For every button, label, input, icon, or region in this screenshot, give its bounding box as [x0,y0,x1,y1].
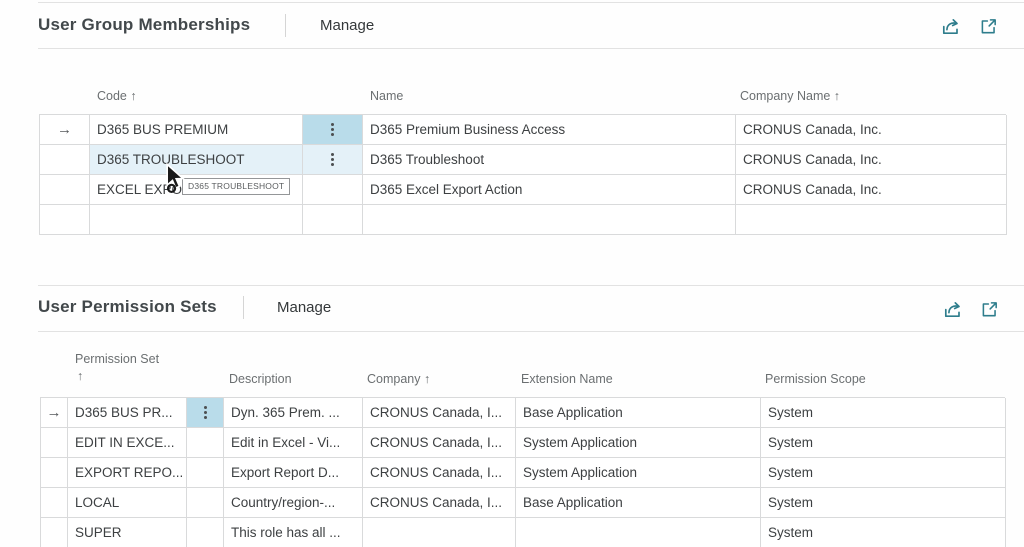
name-cell[interactable]: D365 Troubleshoot [363,145,736,175]
manage-menu-button[interactable]: Manage [320,17,374,34]
section-title-user-permission-sets: User Permission Sets [38,297,217,316]
row-menu-cell[interactable] [303,175,363,205]
company-cell[interactable]: CRONUS Canada, I... [363,458,516,488]
share-icon[interactable] [939,14,963,43]
open-in-new-window-icon[interactable] [979,299,1000,324]
column-header-name[interactable]: Name [370,89,403,103]
permission-set-cell[interactable]: LOCAL [68,488,187,518]
current-row-indicator-cell [40,145,90,175]
current-row-indicator-cell [41,428,68,458]
mouse-cursor [163,162,186,198]
permission-set-cell[interactable]: EDIT IN EXCE... [68,428,187,458]
company-cell[interactable] [736,205,1007,235]
current-row-indicator-cell [40,205,90,235]
manage-menu-button[interactable]: Manage [277,299,331,316]
scope-cell[interactable]: System [761,458,1006,488]
share-icon[interactable] [941,297,965,326]
row-menu-cell[interactable] [187,488,224,518]
right-arrow-icon: → [57,121,72,138]
scope-cell[interactable]: System [761,488,1006,518]
column-header-code[interactable]: Code ↑ [97,89,137,103]
section-underline [38,48,1024,49]
company-cell[interactable]: CRONUS Canada, Inc. [736,145,1007,175]
row-menu-button[interactable] [303,115,363,145]
header-separator [285,14,286,37]
description-cell[interactable]: This role has all ... [224,518,363,547]
row-menu-cell[interactable] [187,458,224,488]
name-cell[interactable] [363,205,736,235]
column-header-company-name[interactable]: Company Name ↑ [740,89,840,103]
section-underline [38,331,1024,332]
name-cell[interactable]: D365 Premium Business Access [363,115,736,145]
tooltip: D365 TROUBLESHOOT [182,178,291,195]
row-menu-cell[interactable] [187,428,224,458]
user-permission-sets-table: → D365 BUS PR... Dyn. 365 Prem. ... CRON… [40,397,1006,547]
code-cell[interactable] [90,205,303,235]
header-separator [243,296,244,319]
company-cell[interactable]: CRONUS Canada, I... [363,488,516,518]
row-menu-cell[interactable] [303,205,363,235]
column-header-permission-scope[interactable]: Permission Scope [765,372,866,386]
scope-cell[interactable]: System [761,398,1006,428]
section-divider [38,2,1024,3]
description-cell[interactable]: Edit in Excel - Vi... [224,428,363,458]
extension-cell[interactable] [516,518,761,547]
name-cell[interactable]: D365 Excel Export Action [363,175,736,205]
page: User Group Memberships Manage Code ↑ Nam… [0,0,1024,547]
current-row-indicator-cell [41,458,68,488]
column-header-permission-set[interactable]: Permission Set [75,352,159,366]
description-cell[interactable]: Country/region-... [224,488,363,518]
column-header-permission-set-sort[interactable]: ↑ [77,369,83,383]
extension-cell[interactable]: Base Application [516,398,761,428]
current-row-indicator-cell [41,518,68,547]
company-cell[interactable]: CRONUS Canada, I... [363,428,516,458]
right-arrow-icon: → [46,404,62,421]
current-row-indicator-cell: → [40,115,90,145]
extension-cell[interactable]: Base Application [516,488,761,518]
section-divider [38,285,1024,286]
column-header-description[interactable]: Description [229,372,292,386]
current-row-indicator-cell [40,175,90,205]
section-title-user-group-memberships: User Group Memberships [38,15,251,34]
row-menu-button[interactable] [303,145,363,175]
company-cell[interactable]: CRONUS Canada, Inc. [736,115,1007,145]
company-cell[interactable]: CRONUS Canada, I... [363,398,516,428]
permission-set-cell[interactable]: D365 BUS PR... [68,398,187,428]
extension-cell[interactable]: System Application [516,428,761,458]
column-header-company[interactable]: Company ↑ [367,372,430,386]
company-cell[interactable]: CRONUS Canada, Inc. [736,175,1007,205]
code-cell[interactable]: D365 BUS PREMIUM [90,115,303,145]
ellipsis-icon [331,123,334,126]
current-row-indicator-cell: → [41,398,68,428]
description-cell[interactable]: Dyn. 365 Prem. ... [224,398,363,428]
row-menu-cell[interactable] [187,518,224,547]
description-cell[interactable]: Export Report D... [224,458,363,488]
row-menu-button[interactable] [187,398,224,428]
open-in-new-window-icon[interactable] [978,16,999,41]
scope-cell[interactable]: System [761,428,1006,458]
code-cell[interactable]: D365 TROUBLESHOOT [90,145,303,175]
column-header-extension-name[interactable]: Extension Name [521,372,613,386]
permission-set-cell[interactable]: EXPORT REPO... [68,458,187,488]
current-row-indicator-cell [41,488,68,518]
permission-set-cell[interactable]: SUPER [68,518,187,547]
extension-cell[interactable]: System Application [516,458,761,488]
company-cell[interactable] [363,518,516,547]
ellipsis-icon [203,406,207,409]
scope-cell[interactable]: System [761,518,1006,547]
ellipsis-icon [331,153,334,156]
